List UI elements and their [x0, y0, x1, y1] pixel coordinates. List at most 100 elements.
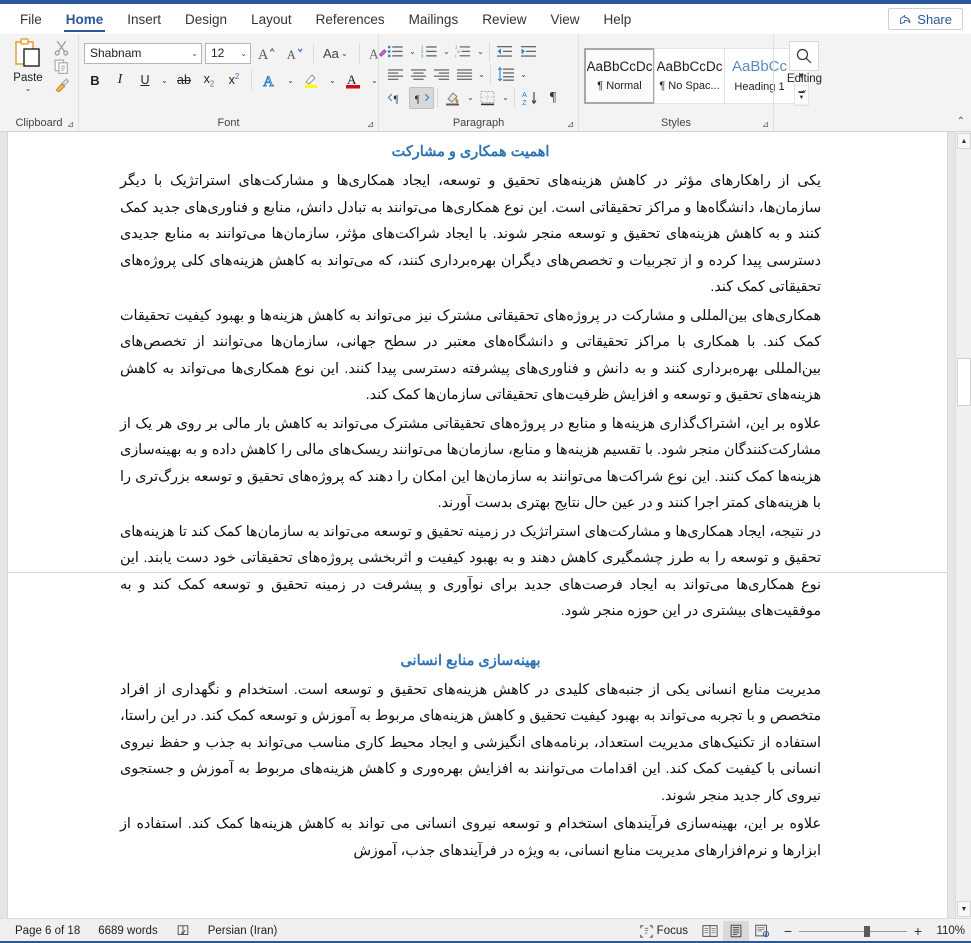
page-indicator[interactable]: Page 6 of 18	[6, 925, 89, 937]
editing-label: Editing	[786, 73, 823, 85]
numbering-button[interactable]: 1 2 3	[418, 41, 441, 63]
font-separator-3	[251, 70, 252, 90]
format-painter-button[interactable]	[53, 77, 70, 94]
status-bar: Page 6 of 18 6689 words Persian (Iran) F…	[0, 918, 971, 943]
cut-button[interactable]	[53, 39, 70, 56]
zoom-level-button[interactable]: 110%	[931, 925, 965, 937]
svg-text:A: A	[258, 47, 269, 63]
justify-chevron-down-icon[interactable]: ⌄	[476, 70, 487, 79]
underline-label: U	[140, 73, 150, 87]
web-layout-button[interactable]	[749, 921, 775, 942]
document-canvas[interactable]: اهمیت همکاری و مشارکت یکی از راهکارهای م…	[0, 132, 971, 918]
language-indicator[interactable]: Persian (Iran)	[199, 925, 287, 937]
subscript-button[interactable]: x2	[198, 69, 220, 91]
tab-design[interactable]: Design	[173, 4, 239, 34]
change-case-button[interactable]: Aa ⌄	[320, 42, 353, 64]
underline-button[interactable]: U	[134, 69, 156, 91]
superscript-button[interactable]: x2	[223, 69, 245, 91]
strikethrough-button[interactable]: ab	[173, 69, 195, 91]
print-layout-button[interactable]	[723, 920, 749, 942]
zoom-in-button[interactable]: +	[913, 924, 923, 938]
align-center-button[interactable]	[407, 64, 430, 86]
font-dialog-launcher[interactable]: ⊿	[365, 119, 376, 130]
font-size-combo[interactable]: 12 ⌄	[205, 42, 251, 64]
vertical-scrollbar[interactable]: ▲ ▼	[955, 132, 971, 918]
justify-button[interactable]	[453, 64, 476, 86]
copy-button[interactable]	[53, 58, 70, 75]
paragraph-separator-2	[490, 64, 491, 85]
sort-button[interactable]: A Z	[518, 87, 542, 109]
tab-layout[interactable]: Layout	[239, 4, 304, 34]
text-effects-chevron-down-icon[interactable]: ⌄	[285, 76, 296, 85]
tab-view[interactable]: View	[538, 4, 591, 34]
borders-button[interactable]	[476, 87, 500, 109]
tab-references[interactable]: References	[304, 4, 397, 34]
show-formatting-marks-button[interactable]: ¶	[542, 87, 564, 109]
clipboard-dialog-launcher[interactable]: ⊿	[65, 119, 76, 130]
tab-file-label: File	[20, 11, 42, 27]
bold-button[interactable]: B	[84, 69, 106, 91]
document-text-area[interactable]: اهمیت همکاری و مشارکت یکی از راهکارهای م…	[0, 132, 941, 918]
borders-chevron-down-icon[interactable]: ⌄	[500, 93, 511, 102]
zoom-slider[interactable]	[799, 925, 907, 937]
tab-home[interactable]: Home	[54, 4, 116, 34]
paste-dropdown-chevron-icon[interactable]: ⌄	[25, 85, 32, 93]
ribbon-group-paragraph: ⌄ 1 2 3 ⌄ 1 a i ⌄ ⌄ ⌄ ¶ ¶ ⌄ ⌄ A Z ¶ Para…	[378, 34, 578, 131]
scroll-up-button[interactable]: ▲	[957, 133, 971, 149]
text-highlight-button[interactable]	[299, 69, 324, 91]
document-paragraph: علاوه بر این، بهینه‌سازی فرآیندهای استخد…	[120, 816, 821, 859]
word-count[interactable]: 6689 words	[89, 925, 166, 937]
paste-label: Paste	[13, 72, 43, 84]
read-mode-button[interactable]	[697, 921, 723, 942]
shading-chevron-down-icon[interactable]: ⌄	[465, 93, 476, 102]
tab-review[interactable]: Review	[470, 4, 538, 34]
proofing-status-button[interactable]	[167, 924, 199, 938]
decrease-indent-button[interactable]	[493, 41, 517, 63]
tab-mailings[interactable]: Mailings	[397, 4, 471, 34]
underline-chevron-down-icon[interactable]: ⌄	[159, 76, 170, 85]
ltr-text-direction-button[interactable]: ¶	[384, 87, 409, 109]
numbering-chevron-down-icon[interactable]: ⌄	[441, 47, 452, 56]
scroll-down-button[interactable]: ▼	[957, 901, 971, 917]
tab-mailings-label: Mailings	[408, 11, 459, 27]
font-color-button[interactable]: A	[341, 69, 366, 91]
scrollbar-thumb[interactable]	[957, 358, 971, 406]
italic-button[interactable]: I	[109, 69, 131, 91]
style-item-normal[interactable]: AaBbCcDc ¶ Normal	[584, 47, 655, 104]
collapse-ribbon-button[interactable]: ⌃	[957, 116, 965, 127]
svg-text:¶: ¶	[394, 94, 399, 105]
zoom-out-button[interactable]: −	[783, 924, 793, 938]
shading-button[interactable]	[441, 87, 465, 109]
editing-button[interactable]: Editing ⌄	[787, 37, 822, 94]
highlight-chevron-down-icon[interactable]: ⌄	[327, 76, 338, 85]
multilevel-chevron-down-icon[interactable]: ⌄	[475, 47, 486, 56]
text-effects-button[interactable]: A	[258, 69, 282, 91]
bullets-chevron-down-icon[interactable]: ⌄	[407, 47, 418, 56]
style-normal-preview: AaBbCcDc	[586, 59, 653, 74]
align-left-button[interactable]	[384, 64, 407, 86]
rtl-text-direction-button[interactable]: ¶	[409, 86, 434, 109]
tab-file[interactable]: File	[8, 4, 54, 34]
style-item-no-spacing[interactable]: AaBbCcDc ¶ No Spac...	[654, 47, 725, 104]
styles-dialog-launcher[interactable]: ⊿	[760, 119, 771, 130]
style-normal-label: ¶ Normal	[597, 80, 642, 92]
shrink-font-button[interactable]: A	[282, 42, 307, 64]
focus-mode-button[interactable]: Focus	[631, 924, 697, 938]
line-spacing-button[interactable]	[494, 64, 518, 86]
font-name-combo[interactable]: Shabnam ⌄	[84, 42, 202, 64]
multilevel-list-button[interactable]: 1 a i	[452, 41, 475, 63]
zoom-slider-thumb[interactable]	[863, 925, 870, 937]
editing-chevron-down-icon[interactable]: ⌄	[801, 86, 808, 94]
line-spacing-chevron-down-icon[interactable]: ⌄	[518, 70, 529, 79]
increase-indent-button[interactable]	[517, 41, 541, 63]
tab-help[interactable]: Help	[592, 4, 644, 34]
tab-insert[interactable]: Insert	[115, 4, 173, 34]
grow-font-button[interactable]: A	[254, 42, 279, 64]
paragraph-dialog-launcher[interactable]: ⊿	[565, 119, 576, 130]
bullets-button[interactable]	[384, 41, 407, 63]
paste-button[interactable]: Paste ⌄	[5, 37, 51, 94]
ribbon: Paste ⌄ Clipboard ⊿ Shabnam ⌄ 12 ⌄ A A A…	[0, 34, 971, 132]
align-right-button[interactable]	[430, 64, 453, 86]
share-button[interactable]: Share	[888, 8, 963, 30]
bullets-icon	[387, 45, 403, 58]
